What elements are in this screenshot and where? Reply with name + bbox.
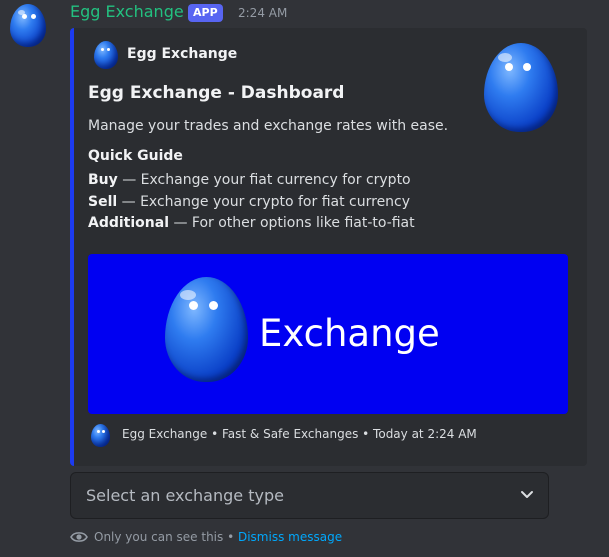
guide-text: — For other options like fiat-to-fiat [169,215,415,231]
guide-heading: Quick Guide [88,148,183,164]
exchange-type-select[interactable]: Select an exchange type [70,472,549,519]
guide-text: — Exchange your crypto for fiat currency [117,194,411,210]
bot-username[interactable]: Egg Exchange [70,2,184,21]
guide-item-buy: Buy — Exchange your fiat currency for cr… [88,172,411,188]
eye-icon [70,532,88,542]
embed-title: Egg Exchange - Dashboard [88,83,345,103]
message-timestamp: 2:24 AM [238,6,288,20]
banner-wordmark: Exchange [259,312,440,355]
embed-author-name: Egg Exchange [127,46,238,62]
embed-author-icon [94,41,118,69]
embed-card: Egg Exchange Egg Exchange - Dashboard Ma… [70,28,587,466]
embed-description: Manage your trades and exchange rates wi… [88,118,449,134]
bot-avatar[interactable] [10,4,46,47]
guide-item-sell: Sell — Exchange your crypto for fiat cur… [88,194,410,210]
embed-banner-image[interactable]: Exchange [88,254,568,414]
separator: • [223,530,238,544]
guide-text: — Exchange your fiat currency for crypto [117,172,411,188]
embed-footer: Egg Exchange • Fast & Safe Exchanges • T… [122,427,477,441]
discord-message: Egg Exchange APP 2:24 AM Egg Exchange Eg… [0,0,609,557]
ephemeral-notice: Only you can see this • Dismiss message [70,530,342,544]
guide-term: Buy [88,172,118,188]
embed-footer-icon [91,424,110,447]
select-placeholder: Select an exchange type [86,486,284,505]
guide-term: Additional [88,215,169,231]
guide-term: Sell [88,194,118,210]
egg-logo-icon [165,277,248,382]
app-badge: APP [188,4,223,22]
embed-thumbnail[interactable] [484,43,558,132]
dismiss-message-link[interactable]: Dismiss message [238,530,342,544]
guide-item-additional: Additional — For other options like fiat… [88,215,415,231]
chevron-down-icon [521,491,533,498]
ephemeral-note: Only you can see this [94,530,224,544]
